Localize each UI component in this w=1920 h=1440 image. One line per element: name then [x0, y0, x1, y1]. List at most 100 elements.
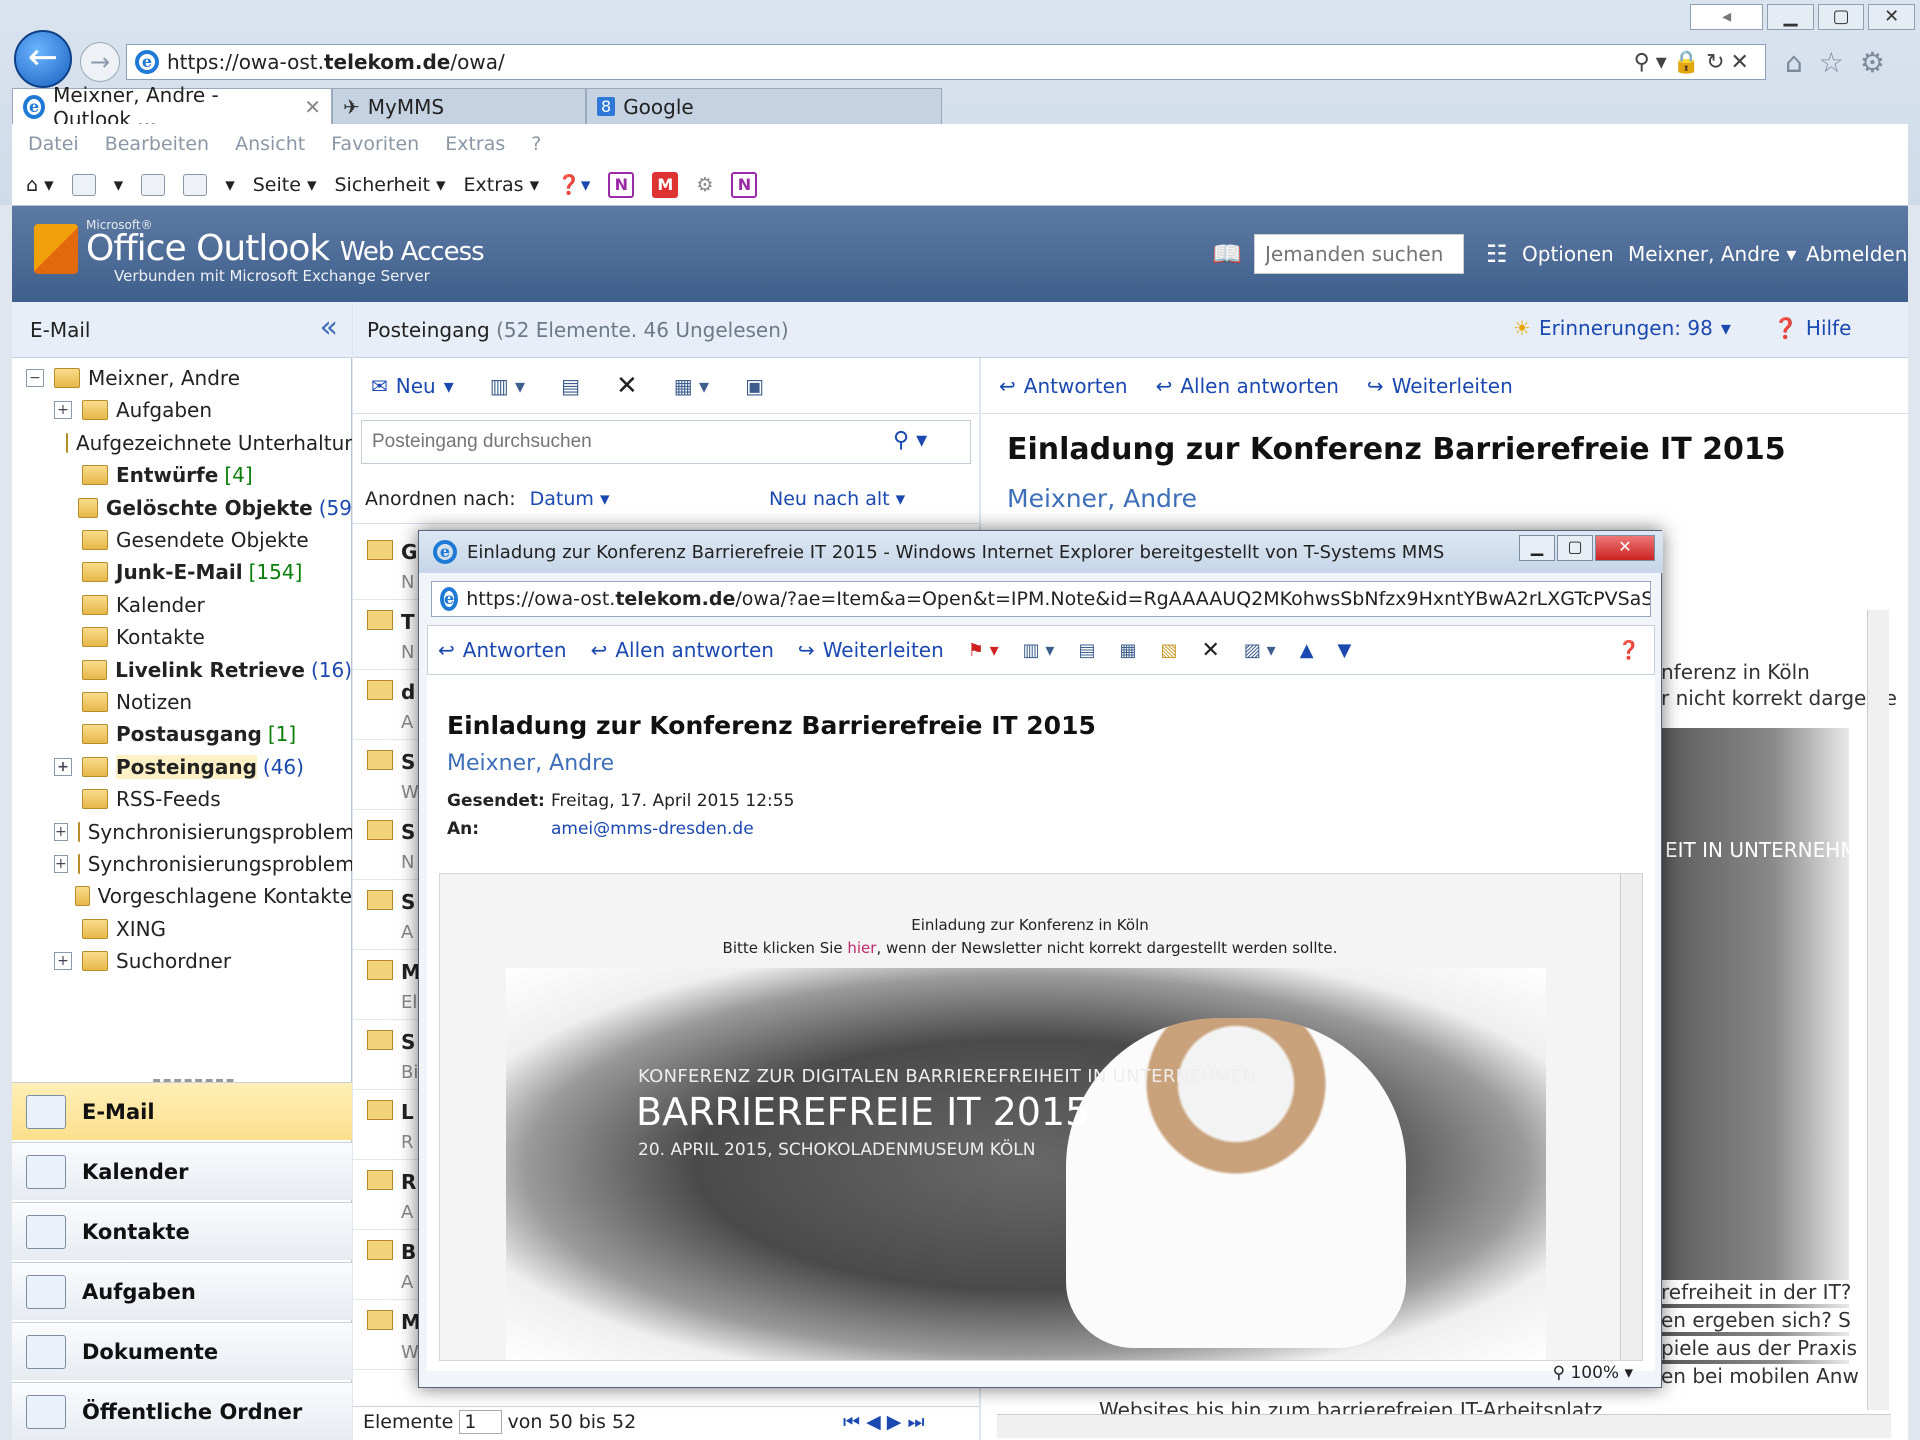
folder-item[interactable]: XING	[12, 913, 352, 945]
folder-item[interactable]: Kontakte	[12, 621, 352, 653]
address-book-icon[interactable]: 📖	[1212, 240, 1242, 268]
gear-icon[interactable]: ⚙	[1860, 46, 1885, 79]
nav-mail[interactable]: E-Mail	[12, 1082, 352, 1140]
reply-all-button[interactable]: ↩ Allen antworten	[1156, 374, 1339, 398]
here-link[interactable]: hier	[847, 939, 876, 957]
expand-icon[interactable]: +	[54, 401, 72, 420]
tab-google[interactable]: 8 Google	[586, 88, 942, 124]
dropdown-icon[interactable]: ▾	[225, 174, 235, 196]
folder-item[interactable]: + Posteingang (46)	[12, 751, 352, 783]
m-addon-icon[interactable]: M	[652, 171, 679, 198]
home-icon[interactable]: ⌂	[1785, 46, 1803, 79]
minimize-button[interactable]: ▁	[1767, 4, 1814, 30]
popup-reply-all-button[interactable]: ↩ Allen antworten	[591, 638, 774, 662]
sicherheit-menu[interactable]: Sicherheit ▾	[334, 174, 445, 196]
popup-close-button[interactable]: ✕	[1595, 535, 1655, 561]
options-link[interactable]: Optionen	[1522, 242, 1614, 266]
nav-calendar[interactable]: Kalender	[12, 1142, 352, 1200]
view-icon[interactable]: ▥ ▾	[490, 374, 525, 398]
expand-icon[interactable]: +	[54, 952, 72, 971]
rss-icon[interactable]	[71, 173, 96, 196]
popup-address-bar[interactable]: e https://owa-ost.telekom.de/owa/?ae=Ite…	[431, 581, 1651, 617]
search-icon[interactable]: ⚲ ▾	[893, 428, 927, 453]
home-icon[interactable]: ⌂ ▾	[26, 174, 54, 196]
seite-menu[interactable]: Seite ▾	[253, 174, 317, 196]
folder-item[interactable]: Gesendete Objekte	[12, 524, 352, 556]
folder-item[interactable]: Entwürfe [4]	[12, 459, 352, 491]
maximize-button[interactable]: ▢	[1817, 4, 1865, 30]
menu-favoriten[interactable]: Favoriten	[331, 133, 419, 155]
delete-icon[interactable]: ✕	[1201, 638, 1219, 663]
user-menu[interactable]: Meixner, Andre ▾	[1628, 242, 1796, 266]
address-actions[interactable]: ⚲▾🔒↻✕	[1634, 50, 1755, 75]
tab-outlook[interactable]: e Meixner, Andre - Outlook ... ✕	[12, 83, 332, 131]
reply-button[interactable]: ↩ Antworten	[999, 374, 1128, 398]
print-icon[interactable]	[183, 173, 208, 196]
onenote-icon[interactable]: N	[731, 171, 758, 198]
new-button[interactable]: ✉ Neu ▾	[371, 374, 454, 398]
to-value[interactable]: amei@mms-dresden.de	[551, 819, 754, 839]
expand-icon[interactable]: +	[54, 757, 72, 776]
page-input[interactable]: 1	[459, 1410, 502, 1434]
help-icon[interactable]: ❓▾	[557, 173, 590, 196]
extras-menu[interactable]: Extras ▾	[464, 174, 540, 196]
move-icon[interactable]: ▤	[1078, 640, 1095, 661]
popup-reply-button[interactable]: ↩ Antworten	[438, 638, 567, 662]
folder-item[interactable]: Vorgeschlagene Kontakte	[12, 880, 352, 912]
open-icon[interactable]: ▧	[1160, 640, 1177, 661]
move-folder-icon[interactable]: ▦ ▾	[674, 374, 709, 398]
popup-scrollbar[interactable]	[1620, 874, 1642, 1360]
folder-item[interactable]: Gelöschte Objekte (59	[12, 492, 352, 524]
dropdown-icon[interactable]: ▾	[114, 174, 124, 196]
menu-help[interactable]: ?	[531, 133, 541, 155]
folder-item[interactable]: Aufgezeichnete Unterhaltungen	[12, 427, 352, 459]
folder-item[interactable]: + Aufgaben	[12, 394, 352, 426]
mail-icon[interactable]	[141, 173, 166, 196]
popup-forward-button[interactable]: ↪ Weiterleiten	[798, 638, 944, 662]
reading-hscrollbar[interactable]	[997, 1414, 1891, 1438]
folder-item[interactable]: + Synchronisierungsprobleme	[12, 848, 352, 880]
reading-scrollbar[interactable]	[1867, 610, 1889, 1410]
menu-ansicht[interactable]: Ansicht	[235, 133, 305, 155]
close-button[interactable]: ✕	[1868, 4, 1915, 30]
collapse-icon[interactable]: «	[320, 310, 338, 345]
menu-extras[interactable]: Extras	[445, 133, 505, 155]
expand-icon[interactable]: +	[54, 822, 68, 841]
expand-icon[interactable]: −	[26, 369, 44, 387]
next-item-icon[interactable]: ▼	[1338, 640, 1352, 661]
paging-controls[interactable]: ⏮ ◀ ▶ ⏭	[843, 1411, 925, 1433]
nav-contacts[interactable]: Kontakte	[12, 1202, 352, 1260]
forward-button[interactable]: →	[80, 42, 120, 82]
junk-icon[interactable]: ▣	[745, 374, 764, 398]
tab-mymms[interactable]: ✈ MyMMS	[332, 88, 586, 124]
folder-item[interactable]: + Synchronisierungsprobleme	[12, 816, 352, 848]
address-bar[interactable]: e https://owa-ost.telekom.de/owa/ ⚲▾🔒↻✕	[126, 44, 1766, 80]
popup-titlebar[interactable]: e Einladung zur Konferenz Barrierefreie …	[419, 531, 1663, 573]
settings-gear-icon[interactable]: ⚙	[696, 174, 713, 196]
move-folder-icon[interactable]: ▨ ▾	[1244, 640, 1276, 661]
forward-button[interactable]: ↪ Weiterleiten	[1367, 374, 1513, 398]
nav-public-folders[interactable]: Öffentliche Ordner	[12, 1382, 352, 1440]
popup-minimize-button[interactable]: ▁	[1519, 535, 1555, 561]
sort-dropdown[interactable]: Neu nach alt ▾	[769, 488, 905, 510]
menu-bearbeiten[interactable]: Bearbeiten	[105, 133, 209, 155]
nav-tasks[interactable]: Aufgaben	[12, 1262, 352, 1320]
move-icon[interactable]: ▤	[561, 374, 580, 398]
menu-datei[interactable]: Datei	[28, 133, 79, 155]
print-icon[interactable]: ▦	[1119, 640, 1136, 661]
reminders-button[interactable]: ☀ Erinnerungen: 98 ▾	[1513, 316, 1731, 340]
previous-item-icon[interactable]: ▲	[1300, 640, 1314, 661]
arrange-dropdown[interactable]: Datum ▾	[530, 488, 610, 510]
favorites-star-icon[interactable]: ☆	[1819, 46, 1844, 79]
close-tab-icon[interactable]: ✕	[304, 95, 321, 119]
nav-documents[interactable]: Dokumente	[12, 1322, 352, 1380]
help-icon[interactable]: ❓	[1618, 640, 1640, 661]
flag-icon[interactable]: ⚑ ▾	[968, 640, 999, 661]
folder-item[interactable]: + Suchordner	[12, 945, 352, 977]
people-search-input[interactable]	[1254, 234, 1464, 274]
expand-icon[interactable]: +	[54, 855, 68, 873]
folder-item[interactable]: − Meixner, Andre	[12, 362, 352, 394]
onenote-icon[interactable]: N	[608, 171, 635, 198]
folder-item[interactable]: Notizen	[12, 686, 352, 718]
folder-item[interactable]: Livelink Retrieve (16)	[12, 654, 352, 686]
